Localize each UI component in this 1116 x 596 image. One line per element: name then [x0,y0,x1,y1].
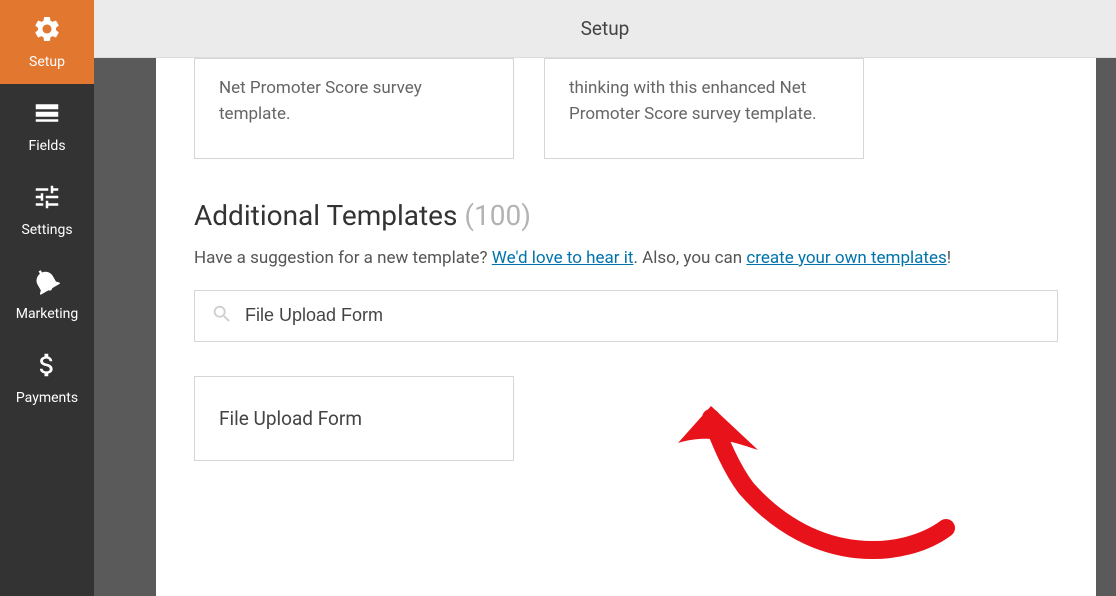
dollar-icon [32,350,62,384]
heading-text: Additional Templates [194,199,464,232]
sidebar-item-marketing[interactable]: Marketing [0,252,94,336]
gear-icon [32,14,62,48]
background-strip [94,58,156,596]
megaphone-icon [32,266,62,300]
template-card-text: thinking with this enhanced Net Promoter… [569,78,817,124]
sidebar-item-setup[interactable]: Setup [0,0,94,84]
sidebar-label-settings: Settings [21,222,72,238]
additional-templates-heading: Additional Templates (100) [194,199,1058,232]
sidebar-item-fields[interactable]: Fields [0,84,94,168]
sidebar-item-settings[interactable]: Settings [0,168,94,252]
template-card-nps[interactable]: Net Promoter Score survey template. [194,58,514,159]
sidebar: Setup Fields Settings Marketing Payments [0,0,94,596]
list-icon [32,98,62,132]
template-result-file-upload[interactable]: File Upload Form [194,376,514,461]
topbar: Setup [94,0,1116,58]
template-card-nps-enhanced[interactable]: thinking with this enhanced Net Promoter… [544,58,864,159]
annotation-arrow [666,358,986,588]
additional-subtext: Have a suggestion for a new template? We… [194,248,1058,268]
sidebar-label-marketing: Marketing [16,306,79,322]
sidebar-label-setup: Setup [29,54,65,70]
page-title: Setup [581,17,630,40]
sidebar-item-payments[interactable]: Payments [0,336,94,420]
template-card-text: Net Promoter Score survey template. [219,78,422,124]
heading-count: (100) [464,199,531,232]
sidebar-label-fields: Fields [28,138,65,154]
link-suggest-template[interactable]: We'd love to hear it [492,248,634,268]
sliders-icon [32,182,62,216]
result-label: File Upload Form [219,407,362,430]
sidebar-label-payments: Payments [16,390,78,406]
template-search-box[interactable] [194,290,1058,342]
content-area: Net Promoter Score survey template. thin… [156,58,1096,596]
search-icon [211,303,245,329]
link-create-template[interactable]: create your own templates [746,248,946,268]
template-search-input[interactable] [245,305,1041,326]
